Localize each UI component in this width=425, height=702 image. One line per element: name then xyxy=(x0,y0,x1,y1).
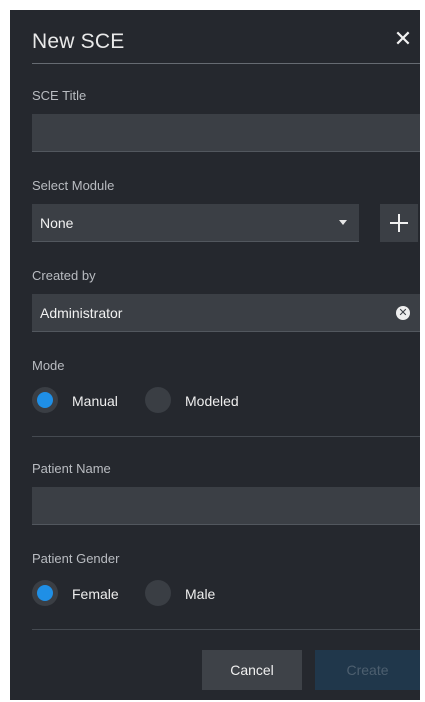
gender-female-radio[interactable]: Female xyxy=(32,580,142,606)
sce-title-label: SCE Title xyxy=(32,88,87,103)
patient-name-label: Patient Name xyxy=(32,461,111,476)
dialog-title: New SCE xyxy=(32,30,125,53)
module-select-value: None xyxy=(40,215,74,231)
created-by-input[interactable]: Administrator ✕ xyxy=(32,294,420,332)
footer-divider xyxy=(32,629,420,630)
sce-title-input[interactable] xyxy=(32,114,420,152)
mode-manual-radio[interactable]: Manual xyxy=(32,387,142,413)
clear-icon[interactable]: ✕ xyxy=(396,306,410,320)
new-sce-dialog: New SCE ✕ SCE Title Select Module None C… xyxy=(10,10,420,700)
radio-selected-icon xyxy=(32,387,58,413)
mode-modeled-label: Modeled xyxy=(185,393,239,409)
radio-unselected-icon xyxy=(145,387,171,413)
gender-male-radio[interactable]: Male xyxy=(145,580,245,606)
created-by-value: Administrator xyxy=(40,305,123,321)
mode-modeled-radio[interactable]: Modeled xyxy=(145,387,265,413)
created-by-label: Created by xyxy=(32,268,96,283)
title-divider xyxy=(32,63,420,64)
close-icon[interactable]: ✕ xyxy=(390,26,416,52)
gender-male-label: Male xyxy=(185,586,216,602)
cancel-button[interactable]: Cancel xyxy=(202,650,302,690)
chevron-down-icon xyxy=(339,220,347,225)
radio-selected-icon xyxy=(32,580,58,606)
radio-unselected-icon xyxy=(145,580,171,606)
create-button[interactable]: Create xyxy=(315,650,420,690)
patient-gender-label: Patient Gender xyxy=(32,551,120,566)
gender-female-label: Female xyxy=(72,586,119,602)
section-divider xyxy=(32,436,420,437)
select-module-label: Select Module xyxy=(32,178,115,193)
add-module-button[interactable] xyxy=(380,204,418,242)
module-select[interactable]: None xyxy=(32,204,359,242)
mode-label: Mode xyxy=(32,358,65,373)
mode-manual-label: Manual xyxy=(72,393,118,409)
patient-name-input[interactable] xyxy=(32,487,420,525)
